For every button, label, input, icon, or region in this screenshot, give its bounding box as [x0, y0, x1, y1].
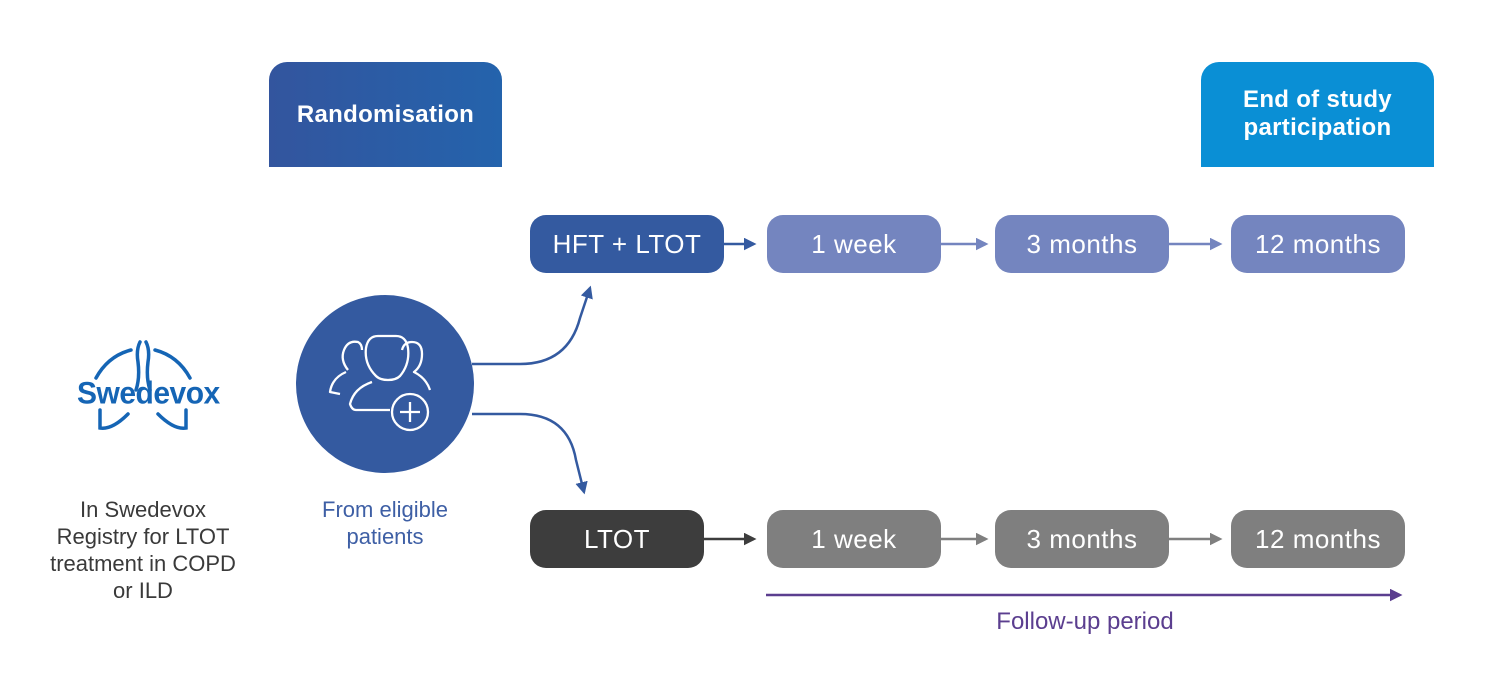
hft-timepoint-12-months: 12 months	[1231, 215, 1405, 273]
hft-timepoint-3-months: 3 months	[995, 215, 1169, 273]
ltot-timepoint-1-week: 1 week	[767, 510, 941, 568]
eligible-caption-line: patients	[346, 524, 424, 549]
eligible-caption-line: From eligible	[322, 497, 448, 522]
branch-arrow-ltot	[472, 412, 588, 495]
registry-caption-line: or ILD	[113, 578, 173, 603]
arm-ltot: LTOT	[530, 510, 704, 568]
registry-caption-line: In Swedevox	[80, 497, 206, 522]
arm-hft-ltot: HFT + LTOT	[530, 215, 724, 273]
branch-arrow-hft	[472, 285, 593, 366]
registry-caption: In Swedevox Registry for LTOT treatment …	[28, 496, 258, 604]
registry-caption-line: Registry for LTOT	[56, 524, 230, 549]
ltot-timepoint-12-months: 12 months	[1231, 510, 1405, 568]
ltot-timepoint-3-months: 3 months	[995, 510, 1169, 568]
randomisation-node	[296, 295, 474, 473]
eligible-patients-caption: From eligible patients	[290, 496, 480, 550]
hft-timepoint-1-week: 1 week	[767, 215, 941, 273]
follow-up-label: Follow-up period	[996, 608, 1174, 635]
swedevox-logo: Swedevox	[77, 376, 220, 411]
registry-caption-line: treatment in COPD	[50, 551, 236, 576]
